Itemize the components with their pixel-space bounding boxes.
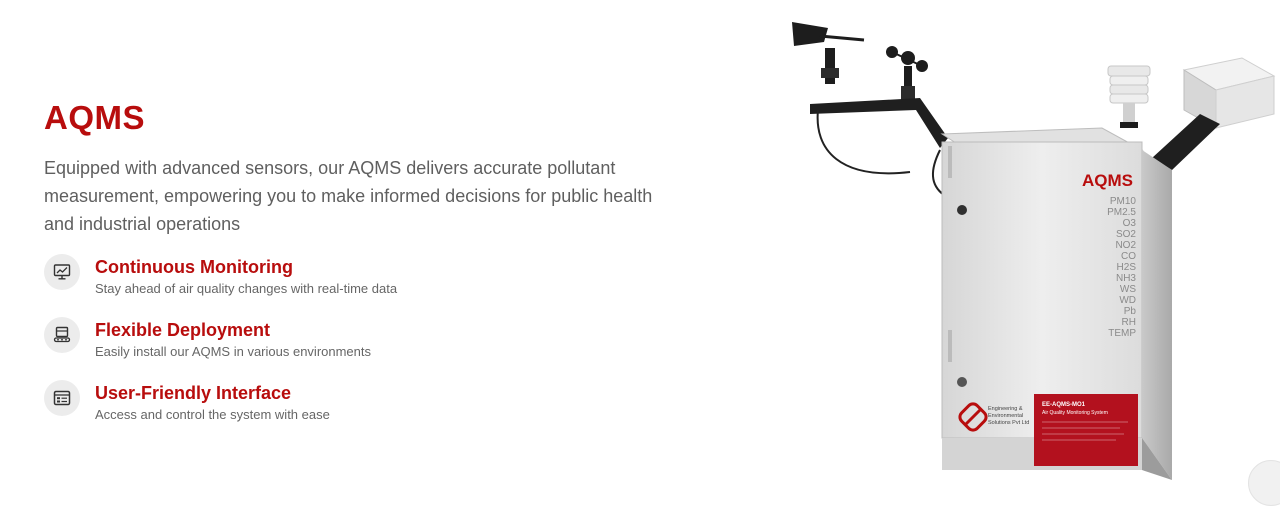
parameter-label: WD — [1119, 295, 1136, 306]
label-title: EE-AQMS-MO1 — [1042, 402, 1086, 408]
wind-vane — [792, 22, 865, 84]
parameter-label: NH3 — [1116, 273, 1136, 284]
parameter-label: TEMP — [1108, 328, 1136, 339]
sensor-cable — [816, 109, 911, 175]
feature-title: Flexible Deployment — [95, 320, 271, 340]
feature-text: Continuous Monitoring Stay ahead of air … — [95, 256, 397, 298]
company-name-3: Solutions Pvt Ltd — [988, 420, 1029, 426]
feature-text: User-Friendly Interface Access and contr… — [95, 382, 330, 424]
feature-user-friendly-interface: User-Friendly Interface Access and contr… — [44, 380, 684, 424]
parameter-label: SO2 — [1116, 229, 1136, 240]
label-subtitle: Air Quality Monitoring System — [1042, 410, 1108, 416]
parameter-label: PM2.5 — [1107, 207, 1136, 218]
aqms-info: AQMS Equipped with advanced sensors, our… — [44, 98, 684, 445]
feature-text: Flexible Deployment Easily install our A… — [95, 319, 371, 361]
parameter-label: PM10 — [1110, 196, 1137, 207]
parameter-label: WS — [1120, 284, 1136, 295]
feature-title: User-Friendly Interface — [95, 383, 292, 403]
panel-brand: AQMS — [1082, 171, 1133, 190]
chat-widget-button[interactable] — [1248, 460, 1280, 506]
feature-continuous-monitoring: Continuous Monitoring Stay ahead of air … — [44, 254, 684, 298]
interface-panel-icon — [44, 380, 80, 416]
feature-list: Continuous Monitoring Stay ahead of air … — [44, 254, 684, 424]
section-description: Equipped with advanced sensors, our AQMS… — [44, 158, 653, 234]
parameter-label: RH — [1122, 317, 1136, 328]
section-title: AQMS — [44, 99, 145, 136]
monitor-chart-icon — [44, 254, 80, 290]
anemometer — [886, 46, 928, 100]
feature-flexible-deployment: Flexible Deployment Easily install our A… — [44, 317, 684, 361]
parameter-label: Pb — [1124, 306, 1137, 317]
feature-subtitle: Easily install our AQMS in various envir… — [95, 344, 372, 359]
radiation-shield — [1107, 65, 1151, 128]
feature-subtitle: Stay ahead of air quality changes with r… — [95, 281, 398, 296]
parameter-label: CO — [1121, 251, 1136, 262]
company-name-1: Engineering & — [988, 406, 1023, 412]
aqms-product-image: AQMS PM10 PM2.5 O3 SO2 NO2 CO H2S NH3 WS WD Pb RH TE… — [780, 10, 1280, 506]
sensor-crossarm — [810, 98, 948, 148]
feature-subtitle: Access and control the system with ease — [95, 407, 330, 422]
parameter-label: NO2 — [1115, 240, 1136, 251]
feature-title: Continuous Monitoring — [95, 257, 293, 277]
aqms-device-illustration: AQMS PM10PM2.5O3SO2NO2COH2SNH3WSWDPbRHTE… — [792, 22, 1276, 480]
sampler-box — [1152, 57, 1276, 170]
deployment-device-icon — [44, 317, 80, 353]
parameter-label: H2S — [1117, 262, 1137, 273]
company-name-2: Environmental — [988, 413, 1023, 419]
parameter-label: O3 — [1123, 218, 1137, 229]
